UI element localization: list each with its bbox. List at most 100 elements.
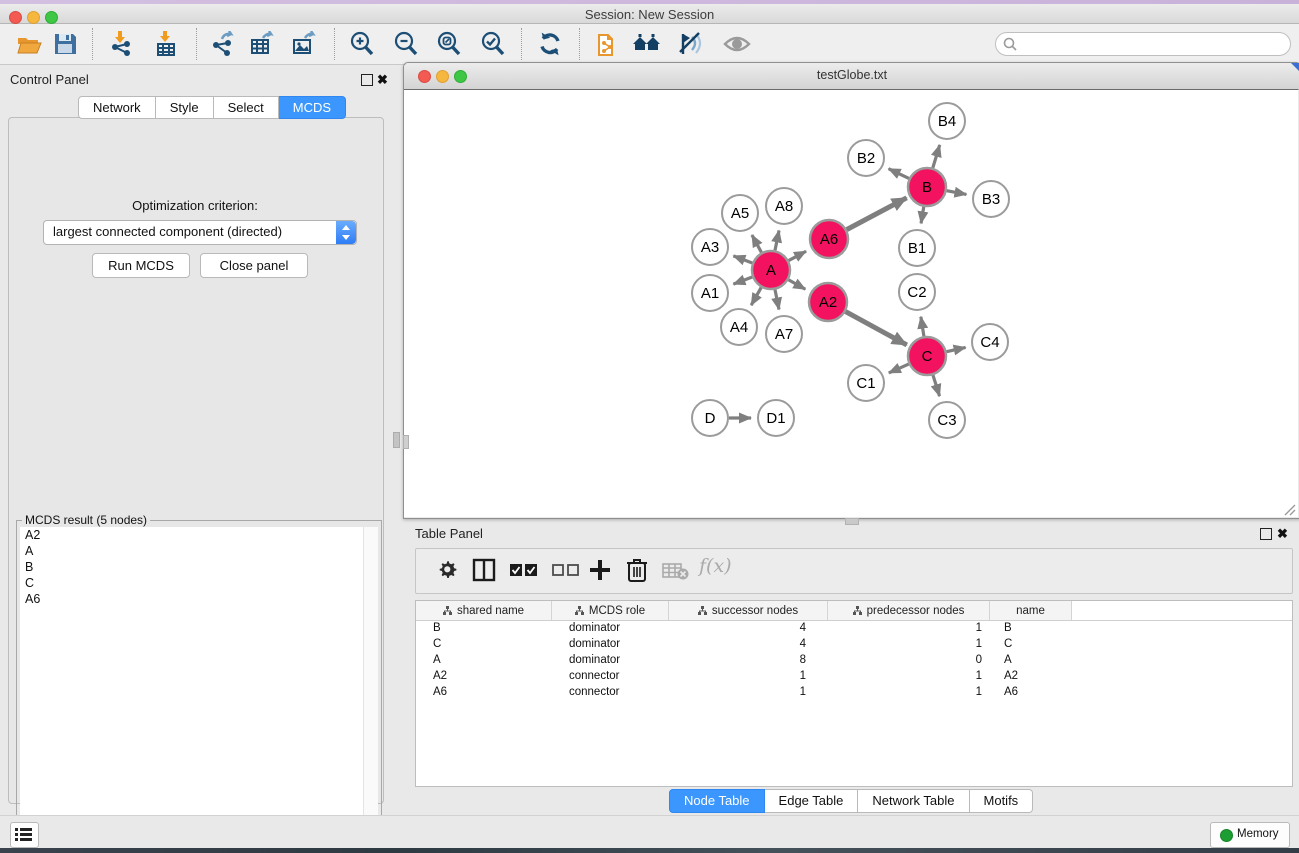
table-cell[interactable]: 4 bbox=[669, 621, 828, 637]
zoom-selected-icon[interactable] bbox=[480, 31, 506, 57]
graph-edge-A-A4[interactable] bbox=[751, 287, 761, 305]
tab-network[interactable]: Network bbox=[78, 96, 156, 119]
table-cell[interactable]: B bbox=[990, 621, 1072, 637]
memory-button[interactable]: Memory bbox=[1210, 822, 1290, 848]
table-cell[interactable]: 1 bbox=[828, 669, 990, 685]
network-canvas[interactable]: AA1A2A3A4A5A6A7A8BB1B2B3B4CC1C2C3C4DD1 bbox=[404, 89, 1298, 517]
float-panel-icon[interactable] bbox=[361, 74, 373, 86]
table-cell[interactable]: dominator bbox=[552, 637, 669, 653]
table-cell[interactable]: A2 bbox=[416, 669, 552, 685]
show-hide-panels-icon[interactable] bbox=[723, 31, 749, 57]
save-session-icon[interactable] bbox=[52, 31, 78, 57]
network-window-titlebar[interactable]: testGlobe.txt bbox=[404, 63, 1299, 90]
graph-edge-A-A2[interactable] bbox=[788, 280, 805, 289]
home-icon[interactable] bbox=[632, 31, 658, 57]
list-item[interactable]: C bbox=[20, 575, 363, 591]
table-row[interactable]: Cdominator41C bbox=[416, 637, 1292, 653]
graph-edge-A-A6[interactable] bbox=[789, 251, 806, 260]
close-panel-icon[interactable]: ✖ bbox=[377, 75, 388, 85]
graph-edge-A-A3[interactable] bbox=[733, 256, 752, 263]
column-header[interactable]: successor nodes bbox=[669, 601, 828, 620]
graph-edge-A-A7[interactable] bbox=[775, 290, 779, 310]
table-cell[interactable]: 4 bbox=[669, 637, 828, 653]
table-body[interactable]: Bdominator41BCdominator41CAdominator80AA… bbox=[416, 621, 1292, 701]
create-column-icon[interactable] bbox=[588, 558, 612, 587]
tab-style[interactable]: Style bbox=[156, 96, 214, 119]
panel-splitter-handle[interactable] bbox=[393, 432, 400, 448]
resize-grip-icon[interactable] bbox=[1284, 503, 1296, 515]
graph-edge-C-C3[interactable] bbox=[933, 375, 940, 396]
column-header[interactable]: shared name bbox=[416, 601, 552, 620]
tab-edge-table[interactable]: Edge Table bbox=[765, 789, 859, 813]
graph-edge-A2-C[interactable] bbox=[846, 312, 907, 345]
table-cell[interactable]: A6 bbox=[990, 685, 1072, 701]
table-cell[interactable]: C bbox=[990, 637, 1072, 653]
table-header-row[interactable]: shared nameMCDS rolesuccessor nodesprede… bbox=[416, 601, 1292, 621]
node-table[interactable]: shared nameMCDS rolesuccessor nodesprede… bbox=[415, 600, 1293, 787]
tab-mcds[interactable]: MCDS bbox=[279, 96, 346, 119]
function-builder-icon[interactable]: f(x) bbox=[699, 555, 732, 577]
graph-edge-C-C1[interactable] bbox=[889, 364, 909, 373]
table-settings-gear-icon[interactable] bbox=[436, 558, 460, 587]
graph-edge-A-A5[interactable] bbox=[752, 235, 762, 252]
dropdown-stepper-icon[interactable] bbox=[336, 221, 356, 244]
table-float-icon[interactable] bbox=[1260, 528, 1272, 540]
close-panel-button[interactable]: Close panel bbox=[200, 253, 308, 278]
table-close-icon[interactable]: ✖ bbox=[1277, 529, 1288, 539]
deselect-all-icon[interactable] bbox=[552, 564, 580, 582]
table-cell[interactable]: A6 bbox=[416, 685, 552, 701]
search-input[interactable] bbox=[995, 32, 1291, 56]
table-cell[interactable]: 1 bbox=[828, 685, 990, 701]
select-all-icon[interactable] bbox=[510, 564, 538, 582]
table-row[interactable]: A2connector11A2 bbox=[416, 669, 1292, 685]
task-history-button[interactable] bbox=[10, 822, 39, 848]
table-cell[interactable]: dominator bbox=[552, 653, 669, 669]
table-cell[interactable]: connector bbox=[552, 685, 669, 701]
column-header[interactable]: predecessor nodes bbox=[828, 601, 990, 620]
table-row[interactable]: A6connector11A6 bbox=[416, 685, 1292, 701]
open-session-icon[interactable] bbox=[595, 31, 621, 57]
delete-table-icon[interactable] bbox=[662, 562, 690, 585]
import-network-icon[interactable] bbox=[108, 31, 134, 57]
graph-edge-B-B3[interactable] bbox=[947, 191, 967, 195]
graph-edge-A-A8[interactable] bbox=[775, 230, 779, 250]
list-item[interactable]: B bbox=[20, 559, 363, 575]
table-cell[interactable]: A bbox=[416, 653, 552, 669]
zoom-out-icon[interactable] bbox=[393, 31, 419, 57]
delete-column-trash-icon[interactable] bbox=[625, 557, 649, 588]
table-cell[interactable]: A2 bbox=[990, 669, 1072, 685]
open-file-icon[interactable] bbox=[16, 31, 42, 57]
tab-select[interactable]: Select bbox=[214, 96, 279, 119]
mcds-result-list[interactable]: A2ABCA6 bbox=[20, 527, 364, 853]
tab-motifs[interactable]: Motifs bbox=[970, 789, 1034, 813]
network-graph[interactable]: AA1A2A3A4A5A6A7A8BB1B2B3B4CC1C2C3C4DD1 bbox=[404, 90, 1298, 517]
table-cell[interactable]: 0 bbox=[828, 653, 990, 669]
list-item[interactable]: A6 bbox=[20, 591, 363, 607]
refresh-icon[interactable] bbox=[537, 31, 563, 57]
tab-node-table[interactable]: Node Table bbox=[669, 789, 765, 813]
graph-edge-A6-B[interactable] bbox=[847, 198, 907, 230]
graph-edge-B-B2[interactable] bbox=[889, 169, 909, 179]
table-cell[interactable]: dominator bbox=[552, 621, 669, 637]
table-cell[interactable]: 1 bbox=[828, 621, 990, 637]
table-cell[interactable]: 8 bbox=[669, 653, 828, 669]
window-edge-handle[interactable] bbox=[403, 435, 409, 449]
table-cell[interactable]: 1 bbox=[828, 637, 990, 653]
graph-edge-C-C4[interactable] bbox=[947, 347, 966, 351]
zoom-in-icon[interactable] bbox=[349, 31, 375, 57]
table-cell[interactable]: connector bbox=[552, 669, 669, 685]
zoom-fit-icon[interactable] bbox=[436, 31, 462, 57]
list-item[interactable]: A2 bbox=[20, 527, 363, 543]
column-header[interactable]: name bbox=[990, 601, 1072, 620]
graph-edge-B-B1[interactable] bbox=[921, 207, 924, 224]
table-cell[interactable]: C bbox=[416, 637, 552, 653]
graph-edge-C-C2[interactable] bbox=[921, 317, 924, 337]
import-table-icon[interactable] bbox=[153, 31, 179, 57]
export-image-icon[interactable] bbox=[291, 31, 317, 57]
toggle-graphics-details-icon[interactable] bbox=[677, 31, 703, 57]
column-header[interactable]: MCDS role bbox=[552, 601, 669, 620]
table-row[interactable]: Bdominator41B bbox=[416, 621, 1292, 637]
run-mcds-button[interactable]: Run MCDS bbox=[92, 253, 190, 278]
list-item[interactable]: A bbox=[20, 543, 363, 559]
mcds-result-scrollbar[interactable] bbox=[363, 527, 378, 853]
